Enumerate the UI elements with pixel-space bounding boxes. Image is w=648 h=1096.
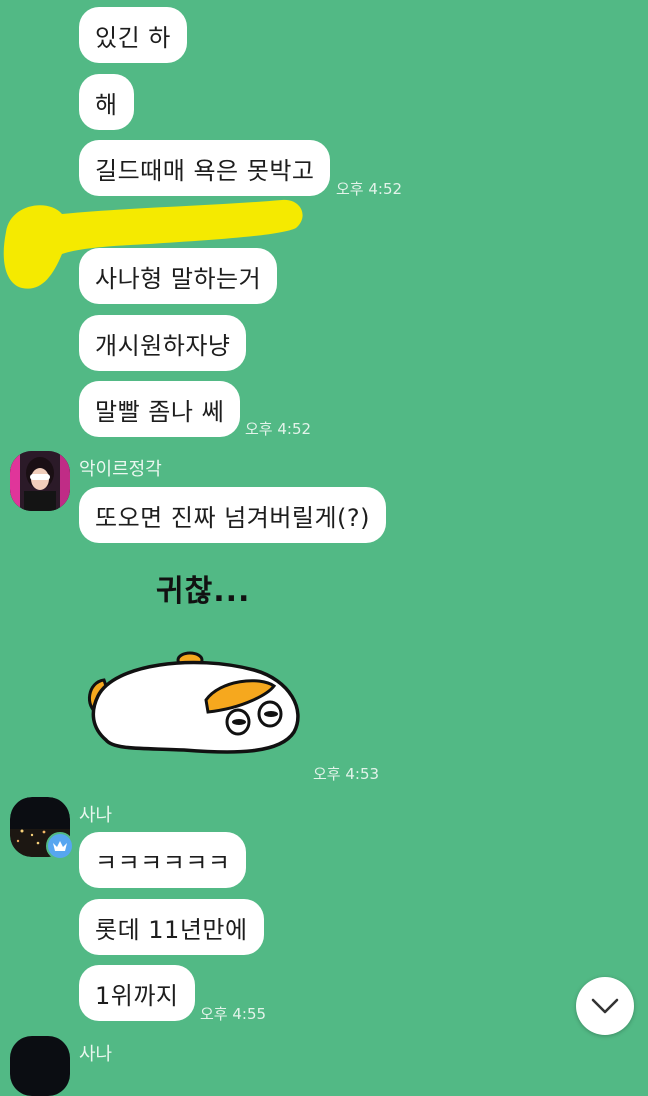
- avatar[interactable]: [10, 451, 70, 511]
- message-text: 사나형 말하는거: [95, 264, 262, 293]
- message-text: 해: [95, 90, 118, 119]
- avatar[interactable]: [10, 1036, 70, 1096]
- sticker-caption: 귀찮...: [156, 574, 251, 609]
- message-text: 1위까지: [95, 981, 179, 1010]
- sender-name: 사나: [79, 805, 113, 826]
- message-bubble[interactable]: 말빨 좀나 쎄: [79, 381, 241, 437]
- message-bubble[interactable]: 있긴 하: [79, 7, 187, 63]
- message-time: 오후 4:55: [200, 1005, 267, 1023]
- message-text: 있긴 하: [95, 23, 171, 52]
- sticker-duck-image[interactable]: [84, 650, 306, 760]
- crown-icon: [46, 832, 74, 860]
- scroll-down-button[interactable]: [576, 977, 634, 1035]
- message-text: 말빨 좀나 쎄: [95, 397, 225, 426]
- message-text: 또오면 진짜 넘겨버릴게(?): [95, 503, 371, 532]
- message-text: 길드때매 욕은 못박고: [95, 156, 315, 185]
- message-bubble[interactable]: 1위까지: [79, 965, 195, 1021]
- message-bubble[interactable]: ㅋㅋㅋㅋㅋㅋ: [79, 832, 247, 888]
- message-bubble[interactable]: 해: [79, 74, 134, 130]
- message-text: 개시원하자냥: [95, 331, 231, 360]
- message-text: 롯데 11년만에: [95, 915, 248, 944]
- message-bubble[interactable]: 롯데 11년만에: [79, 899, 264, 955]
- message-time: 오후 4:53: [313, 765, 380, 783]
- message-text: ㅋㅋㅋㅋㅋㅋ: [95, 848, 231, 877]
- message-bubble[interactable]: 개시원하자냥: [79, 315, 247, 371]
- chevron-down-icon: [591, 998, 619, 1014]
- avatar[interactable]: [10, 797, 74, 860]
- sender-name: 악이르정각: [79, 459, 162, 480]
- avatar-image: [10, 451, 70, 511]
- message-time: 오후 4:52: [245, 420, 312, 438]
- sender-name: 사나: [79, 1044, 113, 1065]
- message-time: 오후 4:52: [336, 180, 403, 198]
- message-bubble[interactable]: 길드때매 욕은 못박고: [79, 140, 331, 196]
- message-bubble[interactable]: 또오면 진짜 넘겨버릴게(?): [79, 487, 387, 543]
- message-bubble[interactable]: 사나형 말하는거: [79, 248, 278, 304]
